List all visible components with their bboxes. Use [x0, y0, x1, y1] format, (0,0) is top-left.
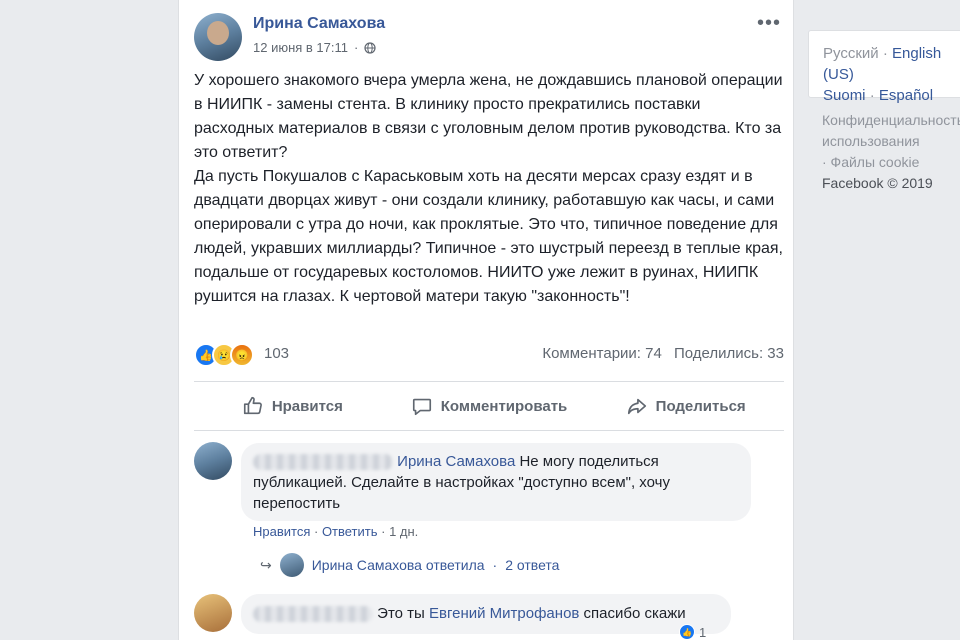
reactions-row: 👍 😢 😠 103 Комментарии: 74 Поделились: 33	[194, 341, 784, 367]
share-button[interactable]: Поделиться	[587, 384, 784, 428]
post-timestamp[interactable]: 12 июня в 17:11	[253, 40, 348, 55]
comment-text-after: спасибо скажи	[583, 605, 686, 622]
reply-arrow-icon: ↪	[260, 556, 272, 573]
post-actions: Нравится Комментировать Поделиться	[194, 384, 784, 428]
globe-icon	[364, 41, 376, 54]
share-arrow-icon	[627, 398, 646, 415]
post-stats: Комментарии: 74 Поделились: 33	[534, 345, 784, 362]
comment-bubble: Это ты Евгений Митрофанов спасибо скажи	[241, 594, 731, 634]
post-paragraph: У хорошего знакомого вчера умерла жена, …	[194, 72, 783, 161]
post-card: Ирина Самахова 12 июня в 17:11 · ••• У х…	[178, 0, 794, 640]
comment-mention[interactable]: Евгений Митрофанов	[429, 605, 579, 622]
reply-author-avatar	[279, 553, 304, 577]
language-box: Русский · English (US) Suomi · Español	[808, 30, 960, 104]
replies-count: 2 ответа	[505, 557, 560, 573]
author-avatar[interactable]	[194, 13, 242, 61]
comment-bubble: Ирина Самахова Не могу поделиться публик…	[241, 443, 751, 521]
post-paragraph: Да пусть Покушалов с Караськовым хоть на…	[194, 168, 783, 305]
more-options-icon[interactable]: •••	[757, 12, 781, 35]
thumbs-up-icon	[243, 396, 262, 415]
commenter-avatar[interactable]	[194, 442, 232, 480]
copyright: Facebook © 2019	[822, 175, 933, 191]
comment-mention[interactable]: Ирина Самахова	[397, 453, 515, 470]
language-link[interactable]: Español	[879, 87, 933, 104]
blurred-commenter-name	[253, 454, 393, 471]
current-language: Русский	[823, 45, 879, 62]
comment-button[interactable]: Комментировать	[391, 384, 588, 428]
reaction-icons[interactable]: 👍 😢 😠	[194, 343, 254, 367]
replies-text: Ирина Самахова ответила	[311, 557, 485, 573]
divider	[194, 381, 784, 382]
comment-icon	[412, 398, 431, 416]
like-button[interactable]: Нравится	[194, 384, 391, 428]
shares-count[interactable]: Поделились: 33	[674, 345, 784, 362]
comments-count[interactable]: Комментарии: 74	[542, 345, 662, 362]
footer-link[interactable]: · Файлы cookie	[822, 152, 960, 173]
reaction-count[interactable]: 103	[264, 345, 289, 362]
comment-age[interactable]: 1 дн.	[389, 524, 418, 539]
comment-reply-link[interactable]: Ответить	[322, 524, 378, 539]
footer-link[interactable]: Конфиденциальность	[822, 110, 960, 131]
post-time: 12 июня в 17:11 ·	[253, 40, 376, 55]
comment-like-badge[interactable]: 👍 1	[679, 624, 706, 640]
comment-like-link[interactable]: Нравится	[253, 524, 310, 539]
like-button-label: Нравится	[271, 397, 343, 415]
comment-button-label: Комментировать	[440, 397, 568, 415]
angry-reaction-icon: 😠	[230, 343, 254, 367]
author-name[interactable]: Ирина Самахова	[253, 15, 385, 33]
footer-link[interactable]: использования	[822, 131, 960, 152]
language-link[interactable]: Suomi	[823, 87, 866, 104]
footer-links: Конфиденциальность использования · Файлы…	[822, 110, 960, 194]
post-text: У хорошего знакомого вчера умерла жена, …	[194, 69, 784, 309]
comment-text: Это ты	[377, 605, 425, 622]
comment-meta: Нравится · Ответить · 1 дн.	[253, 524, 419, 539]
comment-like-count: 1	[699, 624, 707, 640]
blurred-commenter-name	[253, 606, 373, 623]
view-replies-link[interactable]: ↪ Ирина Самахова ответила · 2 ответа	[260, 553, 559, 577]
share-button-label: Поделиться	[655, 397, 746, 415]
commenter-avatar[interactable]	[194, 594, 232, 632]
divider	[194, 430, 784, 431]
like-reaction-icon: 👍	[679, 624, 695, 640]
